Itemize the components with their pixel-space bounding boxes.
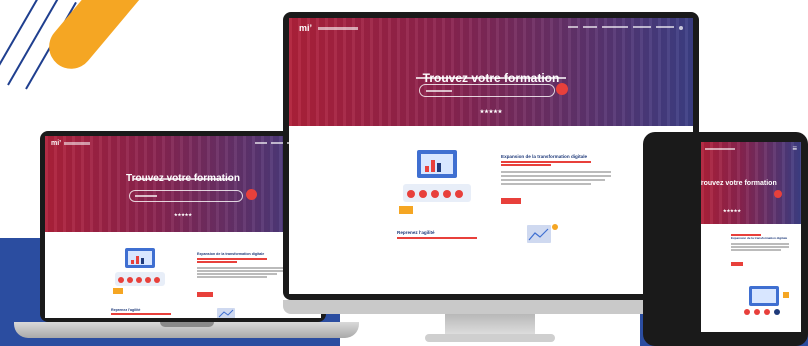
tablet-illustration <box>739 282 793 318</box>
search-input[interactable] <box>129 190 243 202</box>
desktop-illustration-2 <box>521 223 561 245</box>
hero-title: Trouvez votre formation <box>126 173 240 184</box>
monitor-foot <box>425 334 555 342</box>
nav-links[interactable] <box>568 26 683 30</box>
decorative-yellow-pill <box>40 0 164 78</box>
section-1-button[interactable] <box>501 198 521 204</box>
hero-title: Trouvez votre formation <box>701 180 777 187</box>
site-nav: mi’ <box>289 18 693 38</box>
hero-title: Trouvez votre formation <box>422 71 560 85</box>
search-button[interactable] <box>774 190 782 198</box>
section-1-subtitle-2 <box>501 164 551 166</box>
search-button[interactable] <box>556 83 568 95</box>
section-1: Expansion de la transformation digitale <box>501 154 631 185</box>
section-1-text <box>731 249 781 252</box>
desktop-illustration <box>397 148 477 218</box>
logo-subtitle <box>64 141 91 145</box>
logo-subtitle <box>705 148 735 150</box>
laptop-website: mi’ Trouvez votre formation ★★★★★ Expans… <box>45 136 321 318</box>
menu-icon[interactable]: ≡ <box>792 145 797 153</box>
section-1-text <box>197 273 277 275</box>
laptop-illustration-2 <box>213 306 243 318</box>
section-1-text <box>731 243 789 246</box>
hero-banner: mi’ Trouvez votre formation ★★★★★ <box>45 136 321 232</box>
section-1-text <box>501 171 611 173</box>
rating-stars: ★★★★★ <box>723 208 741 213</box>
logo-subtitle <box>318 26 359 30</box>
section-1-subtitle-2 <box>197 261 237 263</box>
section-2-subtitle <box>397 237 477 239</box>
rating-stars: ★★★★★ <box>174 212 192 217</box>
promo-stage: mi’ Trouvez votre formation ★★★★★ Expans… <box>0 0 808 346</box>
section-1-subtitle <box>197 258 267 260</box>
desktop-website: mi’ Trouvez votre formation ★★★★★ Expans… <box>289 18 693 294</box>
section-1-text <box>197 270 283 272</box>
monitor-chin <box>283 300 699 314</box>
decorative-line <box>0 0 51 82</box>
section-1-text <box>501 183 591 185</box>
section-1-title: Expansion de la transformation digitale <box>197 252 265 256</box>
section-1: Expansion de la transformation digitale <box>197 252 297 278</box>
search-button[interactable] <box>246 189 257 200</box>
section-1-button[interactable] <box>731 262 743 266</box>
section-1-subtitle <box>501 161 591 163</box>
tablet-website: ≡ Trouvez votre formation ★★★★★ Expansio… <box>701 142 801 332</box>
hero-tagline <box>45 167 321 180</box>
rating: ★★★★★ <box>289 109 693 115</box>
rating: ★★★★★ <box>723 208 801 213</box>
hero-tagline <box>289 66 693 79</box>
section-2-title: Reprenez l'agilité <box>111 308 141 312</box>
section-2-subtitle <box>111 313 171 315</box>
search-input[interactable] <box>419 84 555 97</box>
section-2: Reprenez l'agilité <box>111 308 191 315</box>
site-logo[interactable]: mi’ <box>51 140 61 147</box>
site-nav: mi’ <box>45 136 321 150</box>
nav-links[interactable] <box>255 142 315 144</box>
section-1-text <box>731 246 789 249</box>
section-1-text <box>501 179 605 181</box>
rating-stars: ★★★★★ <box>479 109 503 115</box>
rating: ★★★★★ <box>45 212 321 217</box>
section-1-button[interactable] <box>197 292 213 297</box>
section-1-title: Expansion de la transformation digitale <box>501 154 588 159</box>
section-1-text <box>501 175 611 177</box>
hero-banner: ≡ Trouvez votre formation ★★★★★ <box>701 142 801 224</box>
section-1-text <box>197 267 283 269</box>
hero-banner: mi’ Trouvez votre formation ★★★★★ <box>289 18 693 126</box>
section-1-title: Expansion de la transformation digitale <box>731 236 788 240</box>
section-2: Reprenez l'agilité <box>397 230 507 239</box>
section-1-text <box>197 276 267 278</box>
monitor-stand <box>445 314 535 336</box>
site-logo[interactable]: mi’ <box>299 23 312 33</box>
site-nav: ≡ <box>701 142 801 156</box>
laptop-illustration <box>111 246 169 296</box>
laptop-notch <box>160 322 214 327</box>
section-2-title: Reprenez l'agilité <box>397 230 435 235</box>
section-1: Expansion de la transformation digitale <box>731 234 795 252</box>
